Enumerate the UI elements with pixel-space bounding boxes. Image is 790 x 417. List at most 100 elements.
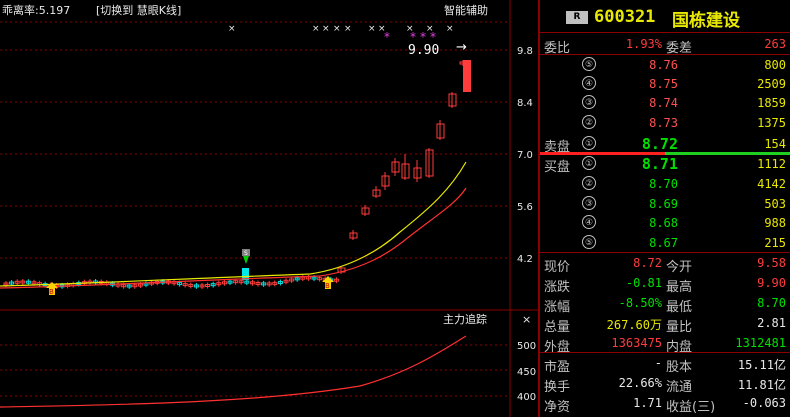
price-axis-label: 8.4 — [517, 98, 533, 109]
stat-value: 8.70 — [757, 296, 786, 310]
ask-volume: 800 — [764, 58, 786, 72]
stat-label: 净资 — [544, 400, 571, 415]
sub-panel-title: 主力追踪 — [443, 313, 487, 326]
ask-price: 8.75 — [649, 77, 678, 91]
bid-row-5[interactable]: ⑤ 8.67 215 — [540, 233, 790, 252]
star-marker: * — [384, 30, 390, 44]
sell-signal-label: S — [244, 250, 248, 257]
ask-volume: 2509 — [757, 77, 786, 91]
level-icon: ⑤ — [582, 57, 596, 71]
stat-row: 净资 1.71 收益(三) -0.063 — [540, 393, 790, 415]
bid-row-3[interactable]: ③ 8.69 503 — [540, 194, 790, 213]
stat-value: 1312481 — [735, 336, 786, 350]
ma-line — [0, 161, 467, 287]
stat-value: -0.063 — [742, 396, 786, 410]
level-icon: ④ — [582, 215, 596, 229]
bid-volume: 215 — [764, 236, 786, 250]
divider — [540, 32, 790, 33]
x-marker: × — [344, 24, 352, 34]
sub-axis-label: 400 — [517, 392, 537, 403]
bid-row-2[interactable]: ② 8.70 4142 — [540, 174, 790, 193]
sub-axis-label: 450 — [517, 367, 537, 378]
star-marker: * — [430, 30, 436, 44]
buy-signal-label: B — [49, 288, 54, 296]
ask-row-4[interactable]: ④ 8.75 2509 — [540, 74, 790, 93]
price-axis-label: 4.2 — [517, 254, 533, 265]
ask-volume: 154 — [764, 137, 786, 151]
stat-value: -8.50% — [618, 296, 662, 310]
price-axis-label: 5.6 — [517, 202, 533, 213]
level-icon: ③ — [582, 196, 596, 210]
stat-row: 涨幅 -8.50% 最低 8.70 — [540, 293, 790, 315]
weibi-row: 委比 1.93% 委差 263 — [540, 34, 790, 56]
bid-price: 8.71 — [641, 155, 678, 173]
sub-axis-label: 500 — [517, 341, 537, 352]
stat-row: 总量 267.60万 量比 2.81 — [540, 313, 790, 335]
ask-row-5[interactable]: ⑤ 8.76 800 — [540, 55, 790, 74]
bid-price: 8.69 — [649, 197, 678, 211]
quote-panel: R 600321 国栋建设 委比 1.93% 委差 263 ⑤ 8.76 800… — [540, 0, 790, 417]
ask-volume: 1375 — [757, 116, 786, 130]
stat-row: 外盘 1363475 内盘 1312481 — [540, 333, 790, 355]
last-price-label: 9.90 — [408, 43, 440, 58]
level-icon: ② — [582, 115, 596, 129]
x-marker: × — [322, 24, 330, 34]
buy-signal-label: B — [325, 282, 330, 290]
r-badge[interactable]: R — [566, 11, 588, 24]
stat-value: 2.81 — [757, 316, 786, 330]
stat-value: - — [654, 356, 662, 370]
ma-line — [0, 187, 467, 289]
weicha-value: 263 — [764, 37, 786, 51]
bid-volume: 1112 — [757, 157, 786, 171]
ask-row-2[interactable]: ② 8.73 1375 — [540, 113, 790, 132]
ask-price: 8.73 — [649, 116, 678, 130]
stat-value: 9.90 — [757, 276, 786, 290]
bid-price: 8.67 — [649, 236, 678, 250]
right-arrow-icon: → — [456, 40, 467, 55]
bid-volume: 503 — [764, 197, 786, 211]
bid-row-1[interactable]: 买盘 ① 8.71 1112 — [540, 154, 790, 175]
stat-value: 1.71 — [633, 396, 662, 410]
bias-indicator: 乖离率:5.197 — [2, 4, 71, 17]
ask-price: 8.72 — [641, 135, 678, 153]
level-icon: ① — [582, 156, 596, 170]
x-marker: × — [333, 24, 341, 34]
kline-chart[interactable]: × × × × × × × × × ×* * * *BBS — [0, 0, 538, 417]
ask-row-3[interactable]: ③ 8.74 1859 — [540, 93, 790, 112]
stat-value: 11.81亿 — [737, 378, 786, 392]
stat-row: 换手 22.66% 流通 11.81亿 — [540, 373, 790, 395]
switch-kline-link[interactable]: [切换到 慧眼K线] — [96, 4, 181, 17]
bid-price: 8.70 — [649, 177, 678, 191]
stat-value: -0.81 — [625, 276, 662, 290]
smart-aid-button[interactable]: 智能辅助 — [444, 4, 488, 17]
ask-volume: 1859 — [757, 96, 786, 110]
x-marker: × — [312, 24, 320, 34]
bid-row-4[interactable]: ④ 8.68 988 — [540, 213, 790, 232]
bid-volume: 4142 — [757, 177, 786, 191]
price-axis-label: 9.8 — [517, 46, 533, 57]
x-marker: × — [368, 24, 376, 34]
level-icon: ⑤ — [582, 235, 596, 249]
sell-signal-icon — [240, 256, 252, 264]
candle-body — [463, 60, 471, 92]
level-icon: ① — [582, 136, 596, 150]
stat-row: 涨跌 -0.81 最高 9.90 — [540, 273, 790, 295]
close-icon[interactable]: × — [522, 313, 531, 326]
ask-row-1[interactable]: 卖盘 ① 8.72 154 — [540, 134, 790, 155]
weibi-value: 1.93% — [625, 37, 662, 51]
stat-value: 15.11亿 — [737, 358, 786, 372]
x-marker: × — [446, 24, 454, 34]
stat-row: 市盈 - 股本 15.11亿 — [540, 353, 790, 375]
stat-value: 22.66% — [618, 376, 662, 390]
star-marker: * — [420, 30, 426, 44]
level-icon: ③ — [582, 95, 596, 109]
kline-chart-pane[interactable]: × × × × × × × × × × * * * * B B S 乖离率:5.197 [切换到 慧眼K线] 智… — [0, 0, 538, 417]
star-marker: * — [410, 30, 416, 44]
x-marker: × — [228, 24, 236, 34]
level-icon: ④ — [582, 76, 596, 90]
stat-value: 9.58 — [757, 256, 786, 270]
stat-value: 1363475 — [611, 336, 662, 350]
stat-value: 267.60万 — [606, 318, 662, 332]
level-icon: ② — [582, 176, 596, 190]
ask-price: 8.76 — [649, 58, 678, 72]
